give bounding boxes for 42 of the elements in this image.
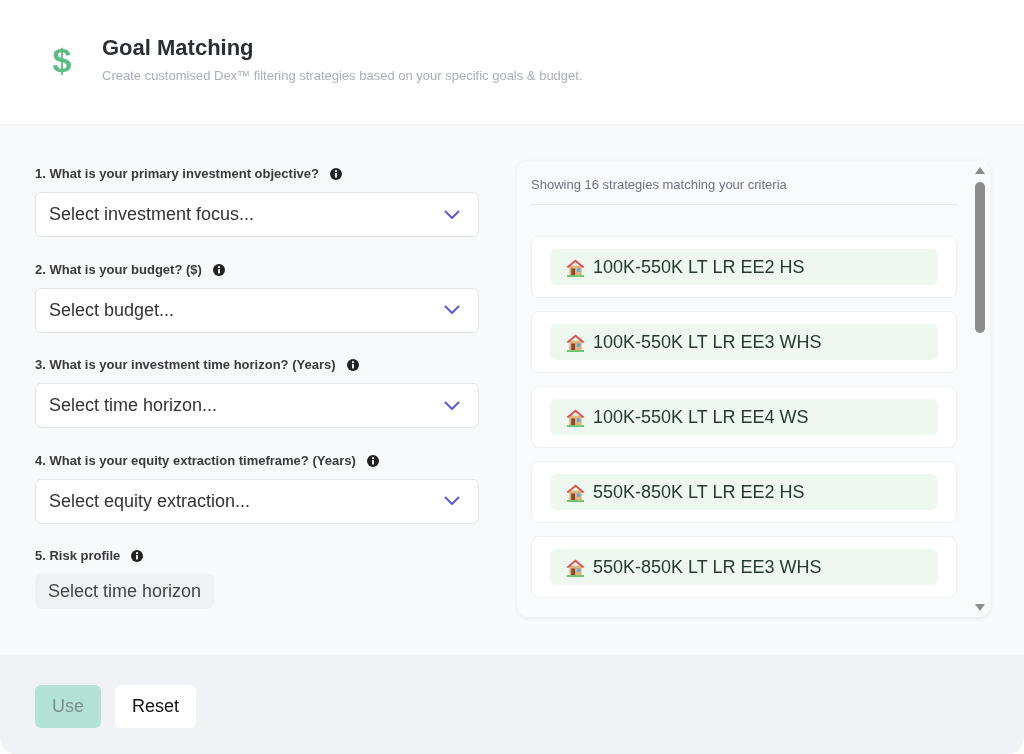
info-icon[interactable] — [366, 454, 379, 467]
page-title: Goal Matching — [102, 35, 255, 61]
strategy-card[interactable]: 100K-550K LT LR EE4 WS — [531, 386, 957, 448]
strategy-name: 550K-850K LT LR EE3 WHS — [593, 556, 822, 578]
strategy-card[interactable]: 100K-550K LT LR EE3 WHS — [531, 311, 957, 373]
dropdown-field[interactable]: Select investment focus... — [35, 192, 479, 237]
dropdown-field[interactable]: Select equity extraction... — [35, 478, 479, 524]
reset-button[interactable]: Reset — [115, 685, 197, 728]
chevron-down-icon — [444, 305, 460, 315]
strategy-card[interactable]: 100K-550K LT LR EE2 HS — [531, 236, 957, 298]
results-summary: Showing 16 strategies matching your criteria — [531, 176, 957, 205]
page-subtitle: Create customised Dex™ filtering strategies based on your specific goals & budget. — [102, 67, 583, 85]
scroll-down-icon[interactable] — [975, 604, 985, 611]
question-label: 3. What is your investment time horizon? (Years) — [35, 356, 336, 374]
info-icon[interactable] — [329, 168, 342, 180]
strategy-name: 100K-550K LT LR EE3 WHS — [593, 331, 822, 353]
question-label: 5. Risk profile — [35, 547, 121, 565]
question-label: 2. What is your budget? ($) — [35, 260, 202, 279]
strategy-card[interactable]: 550K-850K LT LR EE2 HS — [531, 461, 957, 523]
house-icon — [566, 557, 585, 577]
info-icon[interactable] — [212, 263, 225, 276]
chevron-down-icon — [444, 209, 460, 220]
info-icon[interactable] — [131, 550, 144, 562]
strategy-name: 550K-850K LT LR EE2 HS — [593, 481, 805, 503]
strategy-name: 100K-550K LT LR EE2 HS — [593, 256, 805, 278]
house-icon — [566, 332, 585, 352]
question-label: 4. What is your equity extraction timeframe? (Years) — [35, 451, 356, 470]
chevron-down-icon — [444, 496, 460, 506]
scroll-up-icon[interactable] — [975, 167, 985, 174]
scrollbar-thumb[interactable] — [975, 182, 985, 333]
chevron-down-icon — [444, 400, 460, 411]
option-chip[interactable]: Select time horizon — [35, 574, 215, 609]
dropdown-field[interactable]: Select budget... — [35, 287, 479, 333]
strategy-name: 100K-550K LT LR EE4 WS — [593, 406, 809, 428]
info-icon[interactable] — [346, 359, 359, 371]
dropdown-field[interactable]: Select time horizon... — [35, 383, 479, 428]
house-icon — [566, 482, 585, 502]
dollar-icon: $ — [50, 41, 74, 79]
house-icon — [566, 257, 585, 277]
house-icon — [566, 407, 585, 427]
question-label: 1. What is your primary investment objective? — [35, 165, 319, 183]
strategy-card[interactable]: 550K-850K LT LR EE3 WHS — [531, 536, 957, 598]
